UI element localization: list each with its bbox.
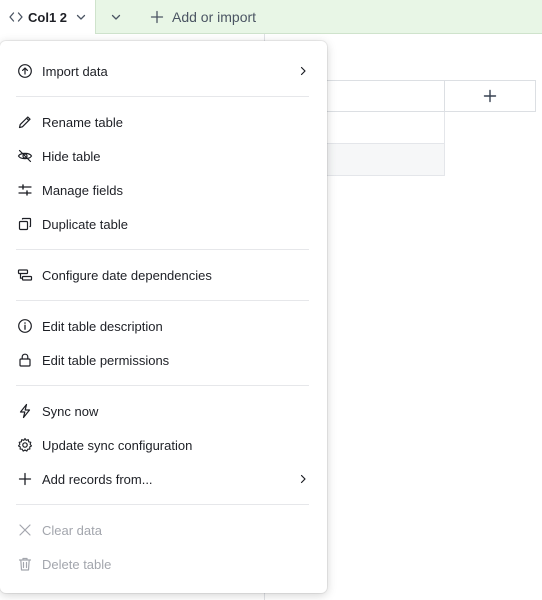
- chevron-down-icon[interactable]: [75, 11, 87, 23]
- menu-divider: [16, 249, 309, 250]
- menu-item-label: Edit table permissions: [42, 352, 170, 368]
- app-root: Col1 2 Add or import Import data Rename …: [0, 0, 542, 600]
- menu-item-edit-table-permissions[interactable]: Edit table permissions: [8, 345, 313, 375]
- chevron-down-icon: [110, 11, 122, 23]
- menu-item-label: Duplicate table: [42, 216, 128, 232]
- arrow-up-circle-icon: [17, 63, 33, 79]
- code-icon: [8, 9, 24, 25]
- menu-item-hide-table[interactable]: Hide table: [8, 141, 313, 171]
- eye-slash-icon: [17, 148, 33, 164]
- lightning-icon: [17, 403, 33, 419]
- menu-item-delete-table: Delete table: [8, 549, 313, 579]
- menu-item-manage-fields[interactable]: Manage fields: [8, 175, 313, 205]
- x-icon: [17, 522, 33, 538]
- add-field-button[interactable]: [444, 80, 536, 112]
- info-icon: [17, 318, 33, 334]
- table-tab-bar: Col1 2 Add or import: [0, 0, 542, 34]
- plus-icon: [483, 89, 497, 103]
- menu-item-clear-data: Clear data: [8, 515, 313, 545]
- tables-dropdown-button[interactable]: [104, 8, 128, 26]
- add-or-import-label: Add or import: [172, 9, 257, 25]
- menu-divider: [16, 96, 309, 97]
- pencil-icon: [17, 114, 33, 130]
- menu-item-label: Add records from...: [42, 471, 153, 487]
- menu-item-label: Clear data: [42, 522, 102, 538]
- menu-item-label: Import data: [42, 63, 108, 79]
- menu-item-rename-table[interactable]: Rename table: [8, 107, 313, 137]
- menu-item-label: Edit table description: [42, 318, 163, 334]
- lock-icon: [17, 352, 33, 368]
- tab-label: Col1 2: [28, 9, 68, 25]
- menu-item-configure-date-dependencies[interactable]: Configure date dependencies: [8, 260, 313, 290]
- chevron-right-icon: [297, 473, 309, 485]
- menu-item-label: Manage fields: [42, 182, 123, 198]
- menu-item-label: Hide table: [42, 148, 101, 164]
- menu-item-update-sync-configuration[interactable]: Update sync configuration: [8, 430, 313, 460]
- menu-divider: [16, 385, 309, 386]
- trash-icon: [17, 556, 33, 572]
- menu-item-label: Rename table: [42, 114, 123, 130]
- copy-icon: [17, 216, 33, 232]
- table-options-menu: Import data Rename table Hide table Mana…: [0, 41, 327, 593]
- menu-divider: [16, 504, 309, 505]
- menu-item-import-data[interactable]: Import data: [8, 56, 313, 86]
- plus-icon: [150, 10, 164, 24]
- menu-item-sync-now[interactable]: Sync now: [8, 396, 313, 426]
- chevron-right-icon: [297, 65, 309, 77]
- menu-item-label: Configure date dependencies: [42, 267, 212, 283]
- menu-item-label: Sync now: [42, 403, 99, 419]
- gear-icon: [17, 437, 33, 453]
- add-or-import-button[interactable]: Add or import: [150, 0, 256, 34]
- menu-divider: [16, 300, 309, 301]
- tab-active-table[interactable]: Col1 2: [0, 0, 96, 34]
- menu-item-edit-table-description[interactable]: Edit table description: [8, 311, 313, 341]
- menu-item-label: Update sync configuration: [42, 437, 193, 453]
- menu-item-duplicate-table[interactable]: Duplicate table: [8, 209, 313, 239]
- menu-item-label: Delete table: [42, 556, 112, 572]
- sliders-icon: [17, 182, 33, 198]
- menu-item-add-records-from[interactable]: Add records from...: [8, 464, 313, 494]
- plus-icon: [17, 471, 33, 487]
- date-dependencies-icon: [17, 267, 33, 283]
